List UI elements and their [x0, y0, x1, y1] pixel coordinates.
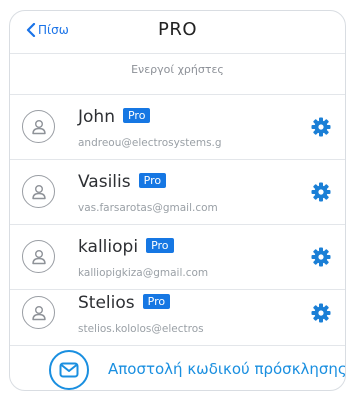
user-name: kalliopi Pro — [78, 237, 174, 257]
envelope-icon — [59, 362, 79, 378]
header: Πίσω PRO — [10, 11, 345, 54]
user-row[interactable]: John Pro andreou@electrosystems.g — [10, 95, 345, 160]
section-title: Ενεργοί χρήστες — [131, 63, 224, 76]
gear-icon[interactable] — [311, 303, 331, 323]
user-row[interactable]: Stelios Pro stelios.kololos@electros — [10, 281, 345, 346]
user-icon — [31, 184, 46, 199]
user-email: stelios.kololos@electros — [78, 323, 204, 335]
user-name: Stelios Pro — [78, 293, 171, 313]
user-name: Vasilis Pro — [78, 172, 167, 192]
user-email: andreou@electrosystems.g — [78, 137, 222, 149]
gear-icon[interactable] — [311, 247, 331, 267]
gear-icon[interactable] — [311, 117, 331, 137]
gear-icon[interactable] — [311, 182, 331, 202]
invite-label: Αποστολή κωδικού πρόσκλησης — [108, 360, 346, 378]
avatar — [22, 175, 55, 208]
user-icon — [31, 119, 46, 134]
send-invite-code-button[interactable]: Αποστολή κωδικού πρόσκλησης — [10, 346, 346, 390]
pro-badge: Pro — [138, 173, 167, 188]
pro-users-panel: Πίσω PRO Ενεργοί χρήστες John Pro andreou… — [9, 10, 346, 391]
pro-badge: Pro — [122, 108, 151, 123]
avatar — [22, 296, 55, 329]
user-row[interactable]: Vasilis Pro vas.farsarotas@gmail.com — [10, 160, 345, 225]
user-icon — [31, 249, 46, 264]
avatar — [22, 240, 55, 273]
user-icon — [31, 305, 46, 320]
user-email: kalliopigkiza@gmail.com — [78, 267, 209, 279]
pro-badge: Pro — [142, 294, 171, 309]
avatar — [22, 110, 55, 143]
pro-badge: Pro — [146, 238, 174, 253]
user-email: vas.farsarotas@gmail.com — [78, 202, 218, 214]
page-title: PRO — [157, 19, 198, 40]
user-name: John Pro — [78, 107, 151, 127]
mail-icon-circle — [49, 350, 89, 390]
